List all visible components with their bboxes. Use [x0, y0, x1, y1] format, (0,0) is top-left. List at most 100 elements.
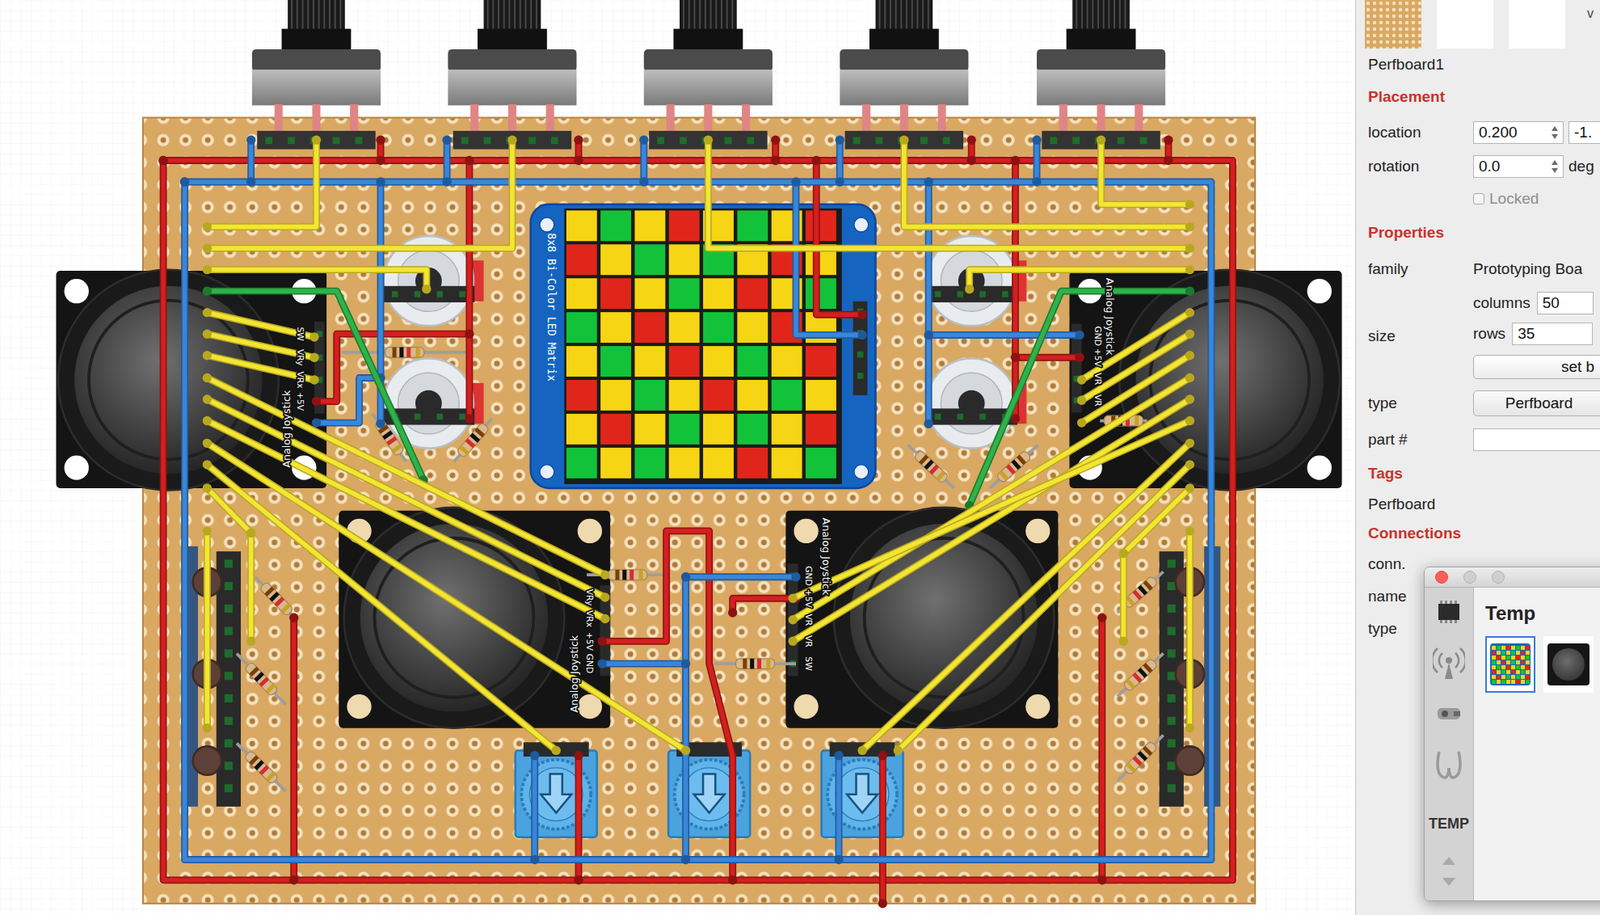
potentiometer[interactable] [252, 0, 381, 150]
wire[interactable] [202, 483, 257, 538]
trimpot[interactable] [668, 741, 750, 837]
wire[interactable] [1119, 483, 1195, 558]
wire[interactable] [639, 135, 649, 187]
wire[interactable] [964, 265, 1195, 294]
chip-icon[interactable] [1431, 593, 1467, 630]
set-size-button[interactable]: set b [1473, 354, 1600, 379]
wire[interactable] [202, 416, 611, 624]
temp-bin-window[interactable]: TEMPTemp [1423, 566, 1600, 902]
wire[interactable] [967, 135, 977, 166]
type-dropdown[interactable]: Perfboard [1473, 390, 1600, 417]
wire[interactable] [1031, 135, 1041, 187]
wire[interactable] [728, 593, 801, 618]
location-x-field[interactable]: 0.200 [1473, 121, 1564, 144]
trimpot[interactable] [821, 741, 904, 837]
wire[interactable] [1010, 353, 1085, 363]
antenna-icon[interactable] [1431, 644, 1467, 681]
wire[interactable] [857, 438, 1195, 755]
perfboard[interactable] [143, 117, 1255, 903]
wire[interactable] [311, 373, 386, 428]
led-cell [703, 447, 734, 479]
bin-part[interactable] [1485, 635, 1536, 693]
wire[interactable] [878, 750, 888, 908]
resistor[interactable] [714, 658, 796, 670]
wire[interactable] [597, 658, 691, 668]
wire[interactable] [923, 330, 1084, 340]
scroll-up-icon[interactable] [1441, 854, 1457, 869]
resistor[interactable] [236, 743, 287, 792]
led-cell [634, 311, 666, 343]
rows-field[interactable]: 35 [1511, 322, 1593, 346]
breadboard-canvas[interactable]: 8x8 Bi-Color LED MatrixAnalog JoystickSW… [0, 0, 1356, 915]
wire[interactable] [202, 438, 691, 755]
wire[interactable] [573, 135, 583, 166]
columns-field[interactable]: 50 [1536, 291, 1594, 315]
wire[interactable] [311, 329, 475, 407]
wire[interactable] [442, 135, 451, 187]
scroll-down-icon[interactable] [1441, 875, 1457, 890]
wire[interactable] [158, 155, 1233, 880]
led-cell [566, 277, 598, 309]
wire[interactable] [1077, 307, 1195, 385]
wire[interactable] [289, 613, 299, 885]
wire[interactable] [681, 572, 801, 582]
trimpot[interactable] [515, 741, 598, 837]
minimize-button[interactable] [1463, 570, 1477, 584]
wire[interactable] [246, 528, 256, 646]
wire[interactable] [703, 135, 1195, 253]
locked-checkbox[interactable] [1473, 193, 1485, 205]
led-cell [600, 447, 632, 479]
wire[interactable] [899, 135, 1195, 232]
wire[interactable] [246, 135, 256, 187]
potentiometer[interactable] [839, 0, 969, 150]
wire[interactable] [375, 135, 385, 166]
resistor[interactable] [236, 652, 287, 704]
wire[interactable] [681, 572, 691, 864]
wire[interactable] [202, 459, 561, 755]
wire[interactable] [202, 265, 432, 294]
wire[interactable] [1097, 613, 1107, 885]
schematic-view-thumbnail[interactable] [1436, 0, 1494, 49]
section-heading: Properties [1368, 223, 1445, 242]
wire[interactable] [791, 176, 867, 340]
wire[interactable] [770, 135, 780, 166]
wire[interactable] [1185, 526, 1195, 733]
potentiometer[interactable] [644, 0, 773, 150]
joystick[interactable] [55, 269, 327, 491]
wire[interactable] [180, 176, 1212, 859]
close-button[interactable] [1435, 570, 1449, 584]
wire[interactable] [788, 416, 1196, 603]
location-y-field[interactable]: -1. [1568, 121, 1600, 144]
wire[interactable] [833, 750, 843, 864]
zoom-button[interactable] [1491, 570, 1505, 584]
part-number-field[interactable] [1473, 428, 1600, 451]
pin-header[interactable] [181, 546, 241, 807]
wire[interactable] [1119, 548, 1129, 646]
motor-icon[interactable] [1431, 695, 1467, 732]
breadboard-view-thumbnail[interactable] [1364, 0, 1422, 49]
wire[interactable] [835, 135, 845, 187]
wire[interactable] [893, 459, 1196, 755]
resistor[interactable] [1117, 734, 1164, 781]
rotation-field[interactable]: 0.0 [1473, 155, 1564, 178]
wire[interactable] [202, 135, 321, 232]
wire[interactable] [464, 155, 474, 424]
sensor-icon[interactable] [1431, 746, 1467, 783]
potentiometer[interactable] [1036, 0, 1166, 150]
resistor[interactable] [454, 418, 493, 462]
bin-part[interactable] [1543, 635, 1594, 693]
led-cell [771, 447, 803, 479]
pcb-view-thumbnail[interactable] [1508, 0, 1566, 49]
wire[interactable] [530, 750, 539, 864]
wire[interactable] [1096, 135, 1195, 210]
led-cell [566, 244, 598, 275]
wire[interactable] [1163, 135, 1173, 166]
wire[interactable] [573, 750, 583, 885]
wire[interactable] [202, 135, 518, 253]
led-cell [805, 379, 837, 411]
potentiometer[interactable] [447, 0, 577, 150]
wire[interactable] [923, 176, 933, 429]
resistor[interactable] [908, 445, 955, 489]
wire[interactable] [202, 526, 212, 733]
resistor[interactable] [1117, 652, 1164, 696]
